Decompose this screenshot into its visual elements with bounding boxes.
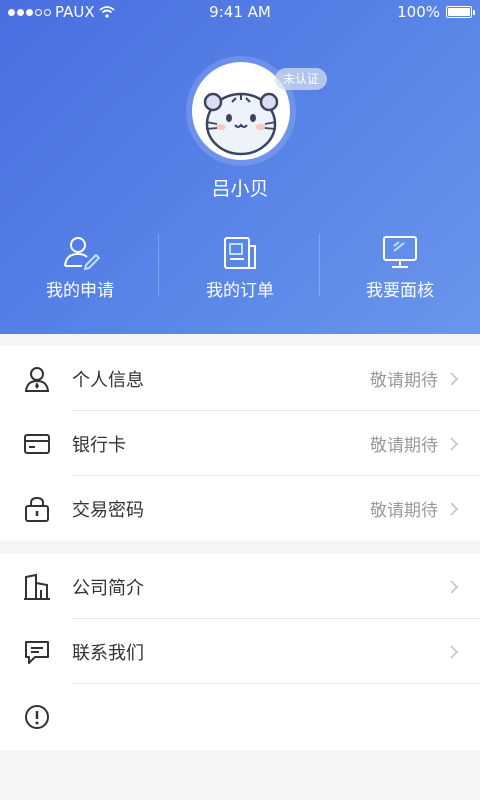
username: 吕小贝 bbox=[211, 178, 269, 200]
divider bbox=[158, 234, 159, 296]
chat-icon bbox=[25, 640, 49, 664]
chevron-right-icon bbox=[450, 436, 459, 451]
lock-icon bbox=[25, 496, 49, 522]
row-company-intro[interactable]: 公司简介 bbox=[0, 554, 480, 619]
info-icon bbox=[25, 704, 49, 729]
about-section: 公司简介 联系我们 bbox=[0, 554, 480, 750]
chevron-right-icon bbox=[450, 579, 459, 594]
battery-icon bbox=[446, 6, 475, 18]
row-label: 银行卡 bbox=[72, 434, 126, 456]
verification-badge: 未认证 bbox=[275, 68, 328, 90]
building-icon bbox=[24, 573, 50, 600]
action-my-orders[interactable]: 我的订单 bbox=[160, 226, 320, 306]
action-label: 我的订单 bbox=[206, 281, 274, 301]
row-personal-info[interactable]: 个人信息 敬请期待 bbox=[0, 346, 480, 411]
row-label: 个人信息 bbox=[72, 369, 144, 391]
person-icon bbox=[24, 366, 50, 392]
row-value: 敬请期待 bbox=[370, 371, 438, 391]
action-my-application[interactable]: 我的申请 bbox=[0, 226, 160, 306]
action-label: 我的申请 bbox=[46, 281, 114, 301]
chevron-right-icon bbox=[450, 644, 459, 659]
order-document-icon bbox=[224, 237, 256, 269]
account-section: 个人信息 敬请期待 银行卡 敬请期待 交易密码 敬请期待 bbox=[0, 346, 480, 541]
row-contact-us[interactable]: 联系我们 bbox=[0, 619, 480, 684]
action-face-verify[interactable]: 我要面核 bbox=[320, 226, 480, 306]
monitor-icon bbox=[383, 236, 417, 268]
row-label: 联系我们 bbox=[72, 642, 144, 664]
battery-label: 100% bbox=[397, 3, 440, 21]
row-bank-card[interactable]: 银行卡 敬请期待 bbox=[0, 411, 480, 476]
chevron-right-icon bbox=[450, 501, 459, 516]
row-about[interactable] bbox=[0, 684, 480, 749]
quick-actions: 我的申请 我的订单 我要面核 bbox=[0, 226, 480, 306]
row-value: 敬请期待 bbox=[370, 436, 438, 456]
row-trade-password[interactable]: 交易密码 敬请期待 bbox=[0, 476, 480, 541]
row-value: 敬请期待 bbox=[370, 501, 438, 521]
row-label: 交易密码 bbox=[72, 499, 144, 521]
status-bar: PAUX 9:41 AM 100% bbox=[0, 0, 480, 24]
user-edit-icon bbox=[64, 237, 100, 271]
card-icon bbox=[24, 433, 50, 454]
action-label: 我要面核 bbox=[366, 281, 434, 301]
row-label: 公司简介 bbox=[72, 577, 144, 599]
chevron-right-icon bbox=[450, 371, 459, 386]
